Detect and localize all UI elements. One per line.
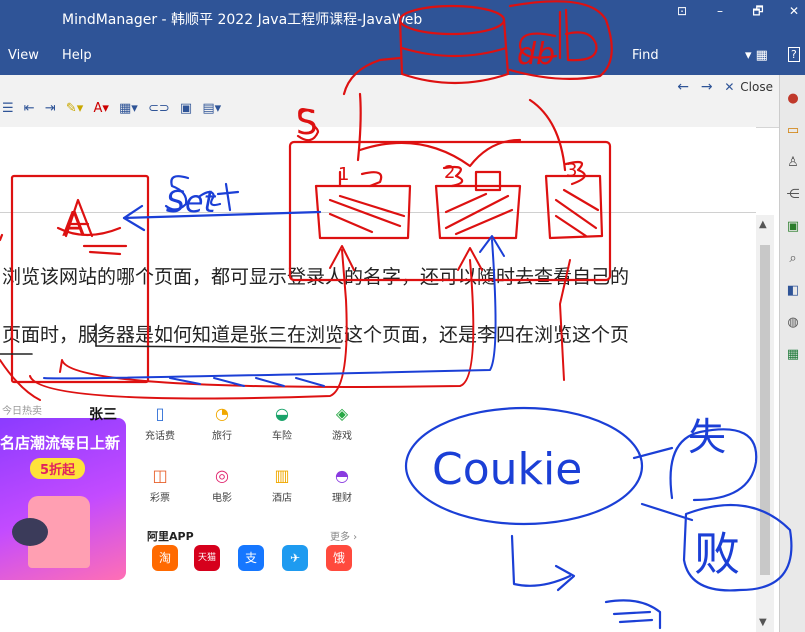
scroll-down-icon[interactable]: ▼ xyxy=(759,617,767,628)
help-icon[interactable]: ? xyxy=(788,47,800,62)
phone-icon: ▯ xyxy=(155,404,165,423)
find-button[interactable]: Find xyxy=(632,48,659,63)
maximize-button[interactable]: 🗗 xyxy=(748,0,768,22)
service-travel[interactable]: ◔ 旅行 xyxy=(194,404,250,442)
divider xyxy=(0,212,756,213)
library-icon[interactable]: ▣ xyxy=(785,219,801,235)
ali-app-label: 阿里APP xyxy=(147,530,194,543)
vertical-scrollbar[interactable]: ▲ ▼ xyxy=(756,215,774,632)
search-icon[interactable]: ⌕ xyxy=(785,251,801,267)
promo-banner[interactable]: 名店潮流每日上新 5折起 xyxy=(0,418,126,580)
car-icon: ◒ xyxy=(275,404,289,423)
service-recharge[interactable]: ▯ 充话费 xyxy=(132,404,188,442)
layout-dropdown-icon[interactable]: ▾ ▦ xyxy=(745,48,768,63)
compass-icon: ◔ xyxy=(215,404,229,423)
window-title: MindManager - 韩顺平 2022 Java工程师课程-JavaWeb xyxy=(62,12,423,28)
service-games[interactable]: ◈ 游戏 xyxy=(314,404,370,442)
sunglasses-illustration xyxy=(12,518,48,546)
close-window-button[interactable]: ✕ xyxy=(784,0,804,22)
close-label[interactable]: Close xyxy=(740,80,773,94)
user-name-label: 张三 xyxy=(89,407,117,423)
more-link[interactable]: 更多 › xyxy=(330,528,357,543)
attachment-icon[interactable]: ▤▾ xyxy=(202,101,221,116)
menu-bar: View Help Find ▾ ▦ ? xyxy=(0,36,805,75)
mindmap-icon[interactable]: ● xyxy=(785,91,801,107)
minimize-button[interactable]: – xyxy=(710,0,730,22)
table-icon[interactable]: ▦▾ xyxy=(119,101,138,116)
excel-icon[interactable]: ▦ xyxy=(785,347,801,363)
finance-icon: ◓ xyxy=(335,466,349,485)
format-tools: ☰ ⇤ ⇥ ✎▾ A▾ ▦▾ ⊂⊃ ▣ ▤▾ xyxy=(2,101,227,116)
menu-help[interactable]: Help xyxy=(62,48,92,63)
game-icon: ◈ xyxy=(335,404,349,423)
ribbon-toolbar: ← → ✕ Close ☰ ⇤ ⇥ ✎▾ A▾ ▦▾ ⊂⊃ ▣ ▤▾ xyxy=(0,75,779,128)
forward-arrow-icon[interactable]: → xyxy=(701,79,713,95)
movie-icon: ◎ xyxy=(215,466,229,485)
outdent-icon[interactable]: ⇤ xyxy=(24,101,35,116)
hotel-icon: ▥ xyxy=(274,466,290,485)
restore-ribbon-button[interactable]: ⊡ xyxy=(672,0,692,22)
alipay-app-icon[interactable]: 支 xyxy=(238,545,264,571)
lottery-icon: ◫ xyxy=(152,466,168,485)
calendar-icon[interactable]: ▭ xyxy=(785,123,801,139)
hot-sale-label: 今日热卖 xyxy=(2,406,42,417)
eleme-app-icon[interactable]: 饿 xyxy=(326,545,352,571)
back-arrow-icon[interactable]: ← xyxy=(677,79,689,95)
taobao-app-icon[interactable]: 淘 xyxy=(152,545,178,571)
service-lottery[interactable]: ◫ 彩票 xyxy=(132,466,188,504)
paragraph-line-1: 浏览该网站的哪个页面，都可显示登录人的名字，还可以随时去查看自己的 xyxy=(2,266,630,288)
service-car-insurance[interactable]: ◒ 车险 xyxy=(254,404,310,442)
close-icon[interactable]: ✕ xyxy=(724,80,734,94)
person-icon[interactable]: ♙ xyxy=(785,155,801,171)
globe-icon[interactable]: ◍ xyxy=(785,315,801,331)
scroll-up-icon[interactable]: ▲ xyxy=(759,219,767,230)
service-finance[interactable]: ◓ 理财 xyxy=(314,466,370,504)
service-hotel[interactable]: ▥ 酒店 xyxy=(254,466,310,504)
nav-row: ← → ✕ Close xyxy=(669,79,773,95)
font-color-icon[interactable]: A▾ xyxy=(93,101,108,116)
tmall-app-icon[interactable]: 天猫 xyxy=(194,545,220,571)
image-icon[interactable]: ▣ xyxy=(180,101,192,116)
indent-icon[interactable]: ⇥ xyxy=(45,101,56,116)
discount-badge: 5折起 xyxy=(30,458,86,479)
bullet-list-icon[interactable]: ☰ xyxy=(2,101,14,116)
banner-text: 名店潮流每日上新 xyxy=(0,434,121,452)
title-bar: MindManager - 韩顺平 2022 Java工程师课程-JavaWeb… xyxy=(0,0,805,36)
highlight-icon[interactable]: ✎▾ xyxy=(66,101,83,116)
menu-view[interactable]: View xyxy=(8,48,39,63)
scroll-thumb[interactable] xyxy=(760,245,770,575)
dashboard-icon[interactable]: ◧ xyxy=(785,283,801,299)
topic-tree-icon[interactable]: ⋲ xyxy=(785,187,801,203)
link-icon[interactable]: ⊂⊃ xyxy=(148,101,170,116)
service-movie[interactable]: ◎ 电影 xyxy=(194,466,250,504)
task-pane-strip: ● ▭ ♙ ⋲ ▣ ⌕ ◧ ◍ ▦ xyxy=(779,75,805,632)
paragraph-line-2: 页面时，服务器是如何知道是张三在浏览这个页面，还是李四在浏览这个页 xyxy=(2,324,630,346)
fliggy-app-icon[interactable]: ✈ xyxy=(282,545,308,571)
